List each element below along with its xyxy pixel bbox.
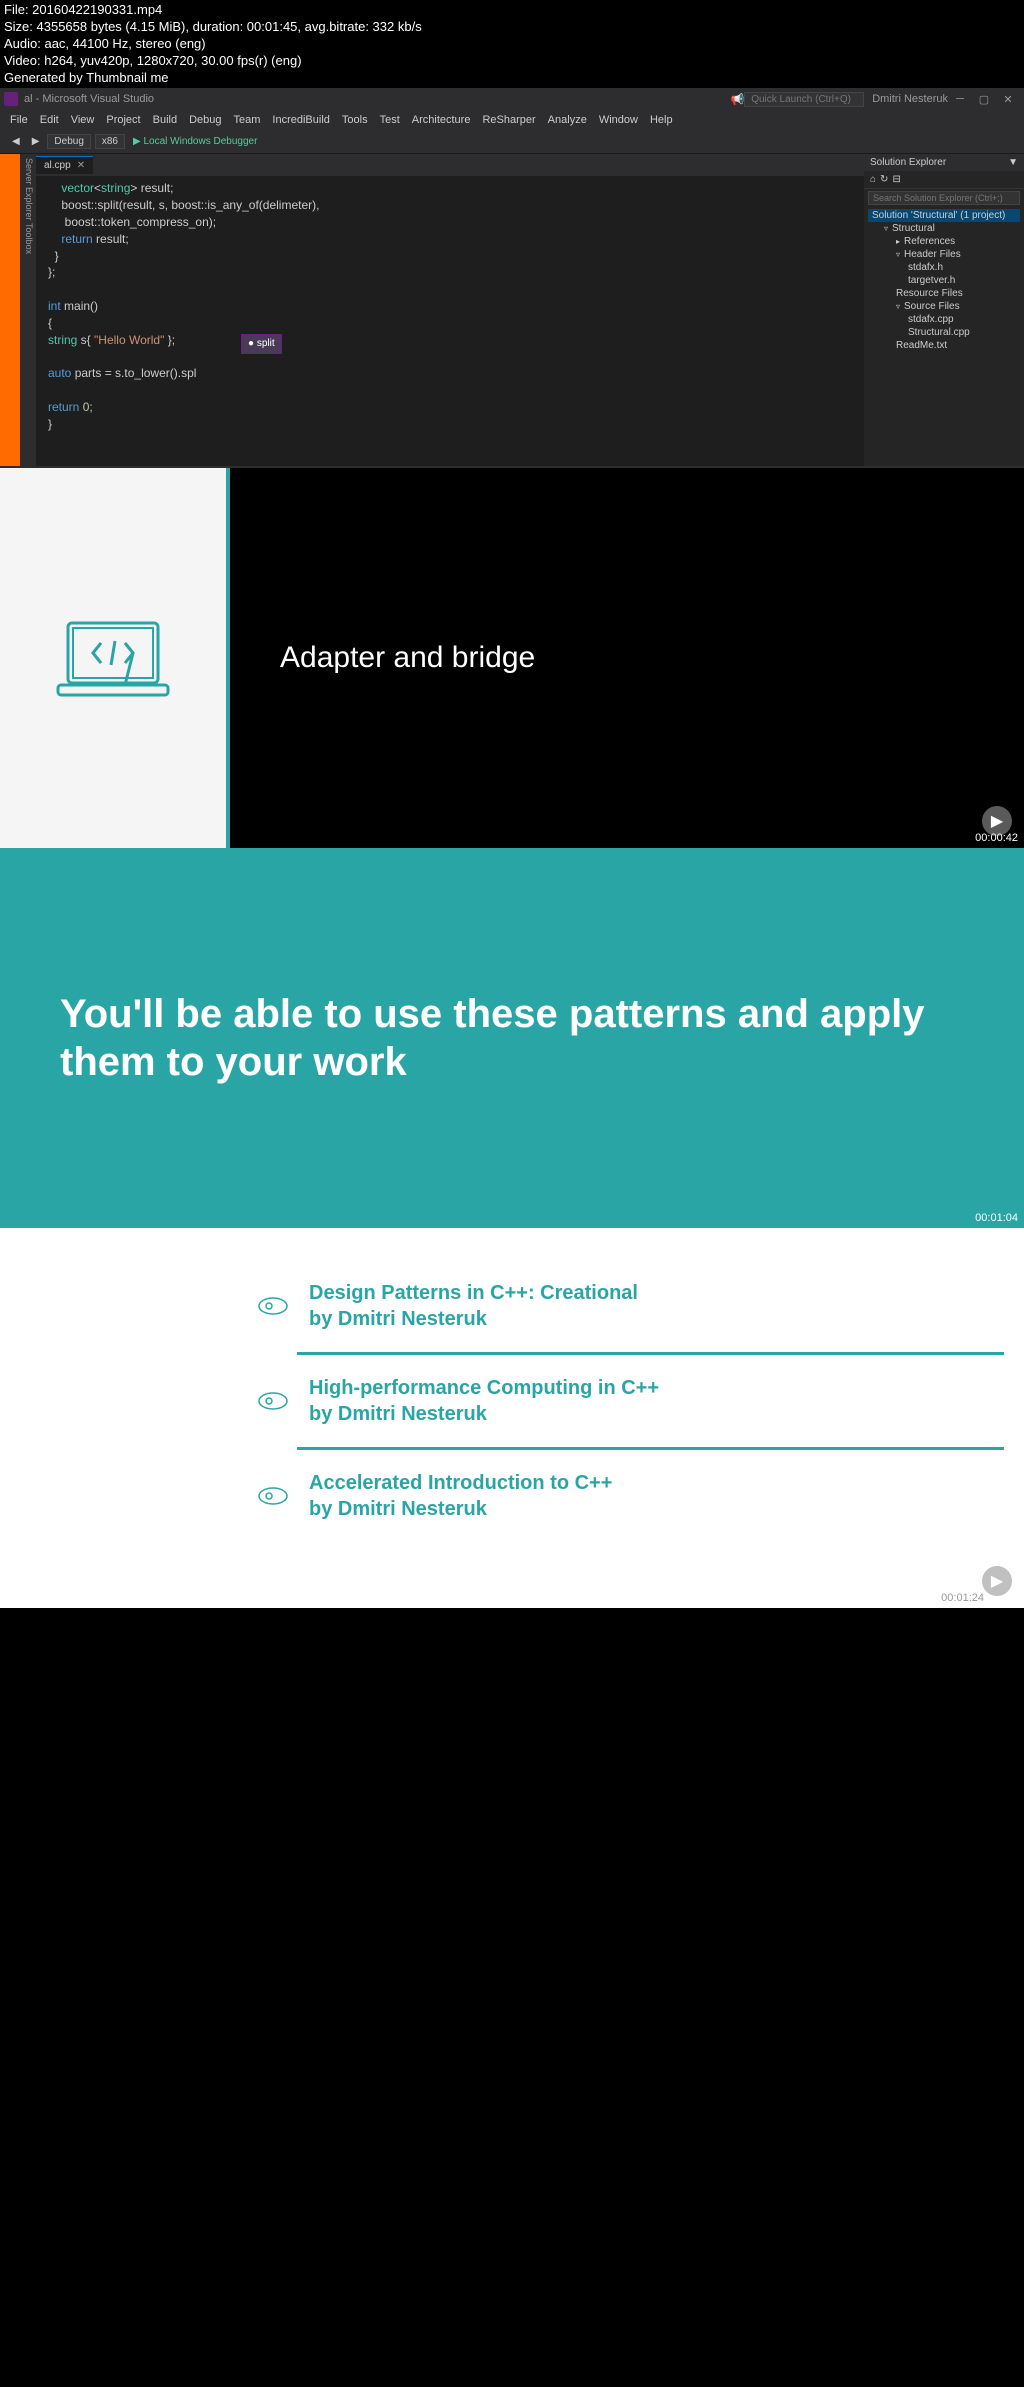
vs-window-title: al - Microsoft Visual Studio (24, 93, 154, 105)
meta-file: File: 20160422190331.mp4 (4, 2, 1020, 19)
feedback-icon[interactable]: 📢 (731, 93, 745, 106)
slide-courses: Design Patterns in C++: Creational by Dm… (0, 1228, 1024, 1608)
references-node[interactable]: ▸ References (868, 235, 1020, 248)
menu-debug[interactable]: Debug (183, 112, 227, 128)
menu-project[interactable]: Project (100, 112, 146, 128)
code-area[interactable]: vector<string> result; boost::split(resu… (36, 176, 864, 466)
maximize-button[interactable]: ▢ (972, 93, 996, 106)
collapse-icon[interactable]: ⊟ (892, 174, 900, 185)
nav-fwd-button[interactable]: ▶ (28, 134, 44, 149)
menu-analyze[interactable]: Analyze (542, 112, 593, 128)
editor-tab[interactable]: al.cpp✕ (36, 156, 93, 174)
menu-incredibuild[interactable]: IncrediBuild (266, 112, 335, 128)
close-button[interactable]: ✕ (996, 93, 1020, 106)
vs-logo-icon (4, 92, 18, 106)
file-structural-cpp[interactable]: Structural.cpp (868, 326, 1020, 339)
video-metadata: File: 20160422190331.mp4 Size: 4355658 b… (0, 0, 1024, 88)
meta-video: Video: h264, yuv420p, 1280x720, 30.00 fp… (4, 53, 1020, 70)
slide-adapter-bridge: Adapter and bridge ▶ 00:00:42 (0, 468, 1024, 848)
course-divider (297, 1352, 1004, 1355)
visual-studio-window: al - Microsoft Visual Studio 📢 Dmitri Ne… (0, 88, 1024, 468)
vs-menubar: File Edit View Project Build Debug Team … (0, 110, 1024, 130)
platform-dropdown[interactable]: x86 (95, 134, 125, 149)
orange-sidebar (0, 154, 20, 466)
solution-search-input[interactable] (868, 191, 1020, 205)
menu-edit[interactable]: Edit (34, 112, 65, 128)
panel-dropdown-icon[interactable]: ▼ (1008, 157, 1018, 168)
meta-audio: Audio: aac, 44100 Hz, stereo (eng) (4, 36, 1020, 53)
meta-generated: Generated by Thumbnail me (4, 70, 1020, 87)
menu-help[interactable]: Help (644, 112, 679, 128)
menu-file[interactable]: File (4, 112, 34, 128)
slide2-title: Adapter and bridge (280, 641, 535, 675)
menu-resharper[interactable]: ReSharper (476, 112, 541, 128)
menu-build[interactable]: Build (147, 112, 183, 128)
slide-teal-summary: You'll be able to use these patterns and… (0, 848, 1024, 1228)
intellisense-popup[interactable]: ● split (241, 334, 282, 354)
course-text: High-performance Computing in C++ by Dmi… (309, 1375, 659, 1427)
eye-icon (257, 1391, 289, 1411)
laptop-code-icon (53, 613, 173, 703)
solution-explorer: Solution Explorer ▼ ⌂ ↻ ⊟ Solution 'Stru… (864, 154, 1024, 466)
left-tool-tabs[interactable]: Server Explorer Toolbox (20, 154, 36, 466)
course-item: Accelerated Introduction to C++ by Dmitr… (257, 1458, 1004, 1534)
code-editor[interactable]: al.cpp✕ vector<string> result; boost::sp… (36, 154, 864, 466)
course-divider (297, 1447, 1004, 1450)
minimize-button[interactable]: ─ (948, 93, 972, 105)
project-node[interactable]: ▿ Structural (868, 222, 1020, 235)
refresh-icon[interactable]: ↻ (880, 174, 888, 185)
source-files-node[interactable]: ▿ Source Files (868, 300, 1020, 313)
vs-titlebar: al - Microsoft Visual Studio 📢 Dmitri Ne… (0, 88, 1024, 110)
solution-node[interactable]: Solution 'Structural' (1 project) (868, 209, 1020, 222)
eye-icon (257, 1296, 289, 1316)
config-dropdown[interactable]: Debug (47, 134, 90, 149)
header-files-node[interactable]: ▿ Header Files (868, 248, 1020, 261)
solution-header: Solution Explorer ▼ (864, 154, 1024, 171)
tab-close-icon[interactable]: ✕ (77, 160, 85, 171)
resource-files-node[interactable]: Resource Files (868, 287, 1020, 300)
slide4-timestamp: 00:01:24 (941, 1592, 984, 1604)
menu-tools[interactable]: Tools (336, 112, 374, 128)
file-readme[interactable]: ReadMe.txt (868, 339, 1020, 352)
file-targetver-h[interactable]: targetver.h (868, 274, 1020, 287)
solution-toolbar: ⌂ ↻ ⊟ (864, 171, 1024, 189)
menu-window[interactable]: Window (593, 112, 644, 128)
home-icon[interactable]: ⌂ (870, 174, 876, 185)
menu-architecture[interactable]: Architecture (406, 112, 477, 128)
nav-back-button[interactable]: ◀ (8, 134, 24, 149)
quick-launch-input[interactable] (744, 92, 864, 107)
course-text: Design Patterns in C++: Creational by Dm… (309, 1280, 638, 1332)
course-item: High-performance Computing in C++ by Dmi… (257, 1363, 1004, 1439)
menu-team[interactable]: Team (228, 112, 267, 128)
eye-icon (257, 1486, 289, 1506)
vs-toolbar: ◀ ▶ Debug x86 ▶ Local Windows Debugger (0, 130, 1024, 154)
file-stdafx-cpp[interactable]: stdafx.cpp (868, 313, 1020, 326)
meta-size: Size: 4355658 bytes (4.15 MiB), duration… (4, 19, 1020, 36)
slide3-timestamp: 00:01:04 (975, 1212, 1018, 1224)
menu-test[interactable]: Test (374, 112, 406, 128)
slide3-text: You'll be able to use these patterns and… (60, 990, 964, 1086)
user-label[interactable]: Dmitri Nesteruk (872, 93, 948, 105)
course-text: Accelerated Introduction to C++ by Dmitr… (309, 1470, 612, 1522)
start-debug-button[interactable]: ▶ Local Windows Debugger (129, 134, 261, 149)
course-item: Design Patterns in C++: Creational by Dm… (257, 1268, 1004, 1344)
slide2-icon-panel (0, 468, 226, 848)
slide2-timestamp: 00:00:42 (975, 832, 1018, 844)
menu-view[interactable]: View (65, 112, 101, 128)
file-stdafx-h[interactable]: stdafx.h (868, 261, 1020, 274)
solution-tree[interactable]: Solution 'Structural' (1 project) ▿ Stru… (864, 207, 1024, 354)
